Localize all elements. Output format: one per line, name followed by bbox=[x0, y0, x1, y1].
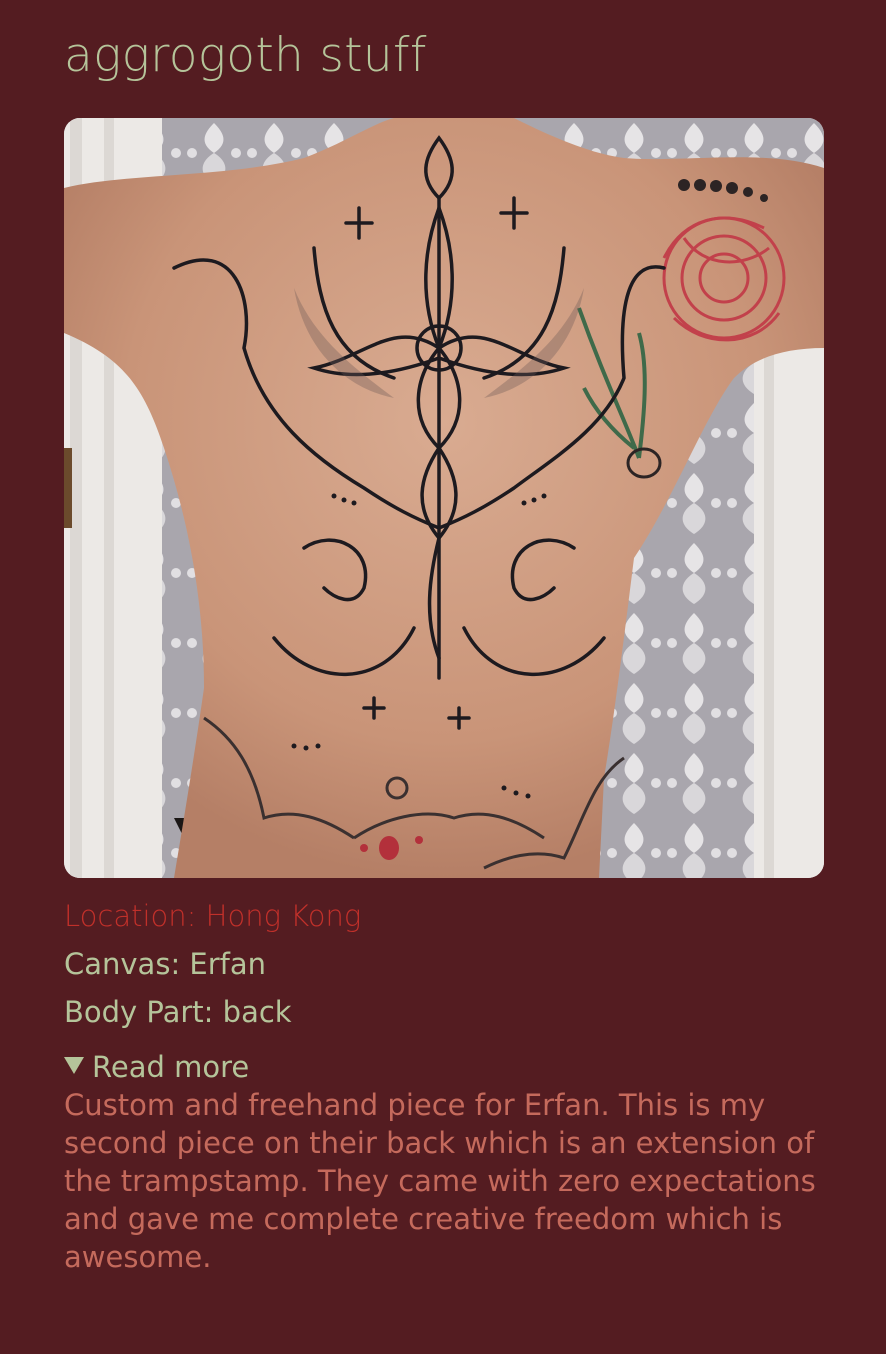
tattoo-photo[interactable] bbox=[64, 118, 824, 878]
tattoo-post: aggrogoth stuff Location: Hong Kong Canv… bbox=[0, 0, 886, 1354]
read-more-label: Read more bbox=[92, 1050, 250, 1084]
location-label: Location: Hong Kong bbox=[64, 899, 362, 933]
body-part-label: Body Part: back bbox=[64, 995, 292, 1029]
tattoo-photo-illustration bbox=[64, 118, 824, 878]
read-more-toggle[interactable]: Read more bbox=[64, 1050, 249, 1085]
triangle-down-icon bbox=[64, 1057, 84, 1074]
page-title: aggrogoth stuff bbox=[64, 28, 427, 83]
description-text: Custom and freehand piece for Erfan. Thi… bbox=[64, 1088, 816, 1274]
canvas-label: Canvas: Erfan bbox=[64, 947, 267, 981]
